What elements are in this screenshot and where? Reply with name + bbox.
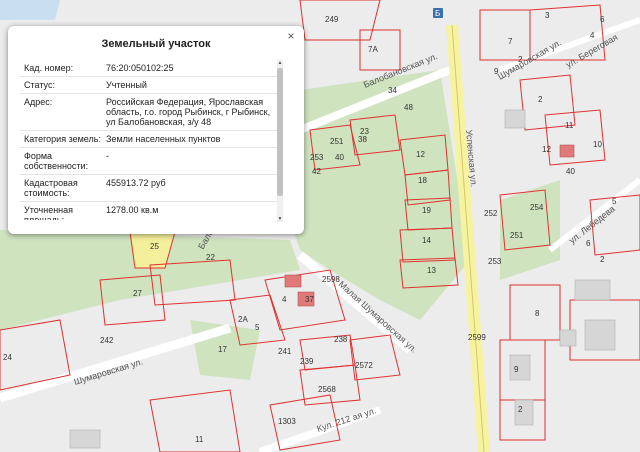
label-ownership-form: Форма собственности: (24, 151, 89, 171)
value-address: Российская Федерация, Ярославская област… (106, 97, 271, 127)
svg-text:2598: 2598 (322, 275, 340, 284)
row-ownership-form: Форма собственности: - (20, 148, 282, 175)
scroll-down-icon[interactable]: ▼ (277, 216, 283, 222)
popup-scrollbar[interactable]: ▲ ▼ (277, 60, 283, 222)
popup-title: Земельный участок (101, 38, 211, 50)
svg-text:3: 3 (545, 11, 550, 20)
label-address: Адрес: (24, 97, 53, 107)
svg-text:4: 4 (590, 31, 595, 40)
svg-text:5: 5 (255, 323, 260, 332)
svg-text:249: 249 (325, 15, 339, 24)
svg-text:2: 2 (538, 95, 543, 104)
svg-text:7: 7 (508, 37, 513, 46)
svg-text:252: 252 (484, 209, 498, 218)
svg-text:2: 2 (518, 405, 523, 414)
svg-text:25: 25 (150, 242, 159, 251)
svg-text:17: 17 (218, 345, 227, 354)
svg-text:4: 4 (282, 295, 287, 304)
svg-text:253: 253 (488, 257, 502, 266)
svg-text:42: 42 (312, 167, 321, 176)
value-status: Учтенный (106, 80, 147, 90)
svg-text:37: 37 (305, 295, 314, 304)
row-address: Адрес: Российская Федерация, Ярославская… (20, 94, 282, 131)
svg-text:241: 241 (278, 347, 292, 356)
row-cadastral-value: Кадастровая стоимость: 455913.72 руб (20, 175, 282, 202)
svg-text:48: 48 (404, 103, 413, 112)
svg-text:24: 24 (3, 353, 12, 362)
svg-text:242: 242 (100, 336, 114, 345)
row-land-category: Категория земель: Земли населенных пункт… (20, 131, 282, 148)
svg-text:8: 8 (535, 309, 540, 318)
row-area: Уточненная площадь: 1278.00 кв.м (20, 202, 282, 220)
svg-text:238: 238 (334, 335, 348, 344)
close-icon[interactable]: × (284, 29, 298, 43)
svg-text:6: 6 (600, 15, 605, 24)
label-cadastral-number: Кад. номер: (24, 63, 74, 73)
parcel-properties-table: Кад. номер: 76:20:050102:25 Статус: Учте… (20, 60, 282, 220)
svg-text:2568: 2568 (318, 385, 336, 394)
svg-text:14: 14 (422, 236, 431, 245)
water-area (0, 0, 60, 20)
svg-text:11: 11 (195, 435, 204, 444)
svg-text:1303: 1303 (278, 417, 296, 426)
svg-text:19: 19 (422, 206, 431, 215)
svg-text:10: 10 (593, 140, 602, 149)
svg-text:12: 12 (542, 145, 551, 154)
svg-text:6: 6 (586, 239, 591, 248)
svg-text:22: 22 (206, 253, 215, 262)
svg-text:7A: 7A (368, 45, 378, 54)
svg-text:2A: 2A (238, 315, 248, 324)
svg-text:251: 251 (330, 137, 344, 146)
svg-text:13: 13 (427, 266, 436, 275)
svg-text:40: 40 (566, 167, 575, 176)
svg-text:9: 9 (494, 67, 499, 76)
svg-text:253: 253 (310, 153, 324, 162)
label-status: Статус: (24, 80, 55, 90)
svg-text:5: 5 (612, 197, 617, 206)
svg-text:38: 38 (358, 135, 367, 144)
bus-stop-icon[interactable]: Б (433, 8, 443, 18)
svg-text:251: 251 (510, 231, 524, 240)
svg-text:2: 2 (518, 55, 523, 64)
value-cadastral-number: 76:20:050102:25 (106, 63, 174, 73)
svg-text:40: 40 (335, 153, 344, 162)
row-status: Статус: Учтенный (20, 77, 282, 94)
label-land-category: Категория земель: (24, 134, 101, 144)
scroll-up-icon[interactable]: ▲ (277, 60, 283, 66)
scroll-thumb[interactable] (277, 68, 283, 196)
value-ownership-form: - (106, 151, 109, 161)
svg-text:27: 27 (133, 289, 142, 298)
svg-text:Б: Б (435, 9, 440, 18)
svg-text:2572: 2572 (355, 361, 373, 370)
value-land-category: Земли населенных пунктов (106, 134, 221, 144)
svg-text:34: 34 (388, 86, 397, 95)
svg-text:18: 18 (418, 176, 427, 185)
parcel-info-popup: Земельный участок × Кад. номер: 76:20:05… (8, 26, 304, 234)
svg-text:2599: 2599 (468, 333, 486, 342)
svg-text:9: 9 (514, 365, 519, 374)
svg-text:11: 11 (565, 121, 574, 130)
value-area: 1278.00 кв.м (106, 205, 159, 215)
svg-text:12: 12 (416, 150, 425, 159)
row-cadastral-number: Кад. номер: 76:20:050102:25 (20, 60, 282, 77)
value-cadastral-value: 455913.72 руб (106, 178, 166, 188)
svg-text:239: 239 (300, 357, 314, 366)
svg-text:2: 2 (600, 255, 605, 264)
label-cadastral-value: Кадастровая стоимость: (24, 178, 78, 198)
svg-text:254: 254 (530, 203, 544, 212)
label-area: Уточненная площадь: (24, 205, 74, 220)
